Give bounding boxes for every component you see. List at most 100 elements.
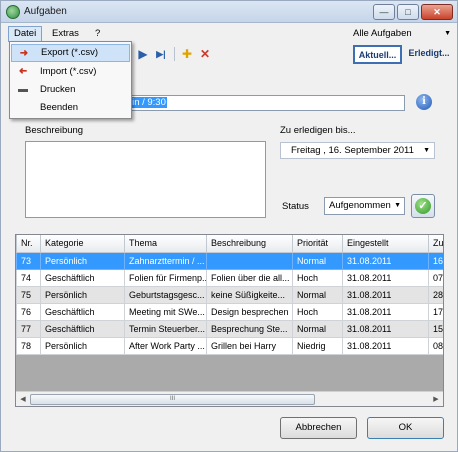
table-cell: 74: [16, 268, 41, 287]
horizontal-scrollbar[interactable]: ◀ III ▶: [16, 391, 443, 406]
menu-item-label: Import (*.csv): [40, 66, 97, 77]
view-current-button[interactable]: Aktuell...: [353, 45, 402, 64]
table-row[interactable]: 74 Geschäftlich Folien für Firmenp... Fo…: [16, 268, 443, 287]
table-cell: Persönlich: [40, 285, 125, 304]
menu-item-print[interactable]: ▬ Drucken: [11, 81, 130, 99]
column-header[interactable]: Beschreibung: [206, 235, 293, 253]
menu-item-import[interactable]: ➜ Import (*.csv): [11, 63, 130, 81]
table-row[interactable]: 76 Geschäftlich Meeting mit SWe... Desig…: [16, 302, 443, 321]
check-icon: ✓: [415, 198, 431, 214]
ok-button[interactable]: OK: [367, 417, 444, 439]
chevron-down-icon: ▼: [423, 147, 430, 154]
chevron-down-icon: ▼: [394, 202, 401, 209]
menu-item-label: Drucken: [40, 84, 76, 95]
next-icon[interactable]: ▶: [135, 46, 151, 62]
table-cell: 16.0: [428, 251, 443, 270]
table-cell: 78: [16, 336, 41, 355]
menu-item-label: Export (*.csv): [41, 47, 99, 58]
table-cell: Folien über die all...: [206, 268, 293, 287]
chevron-down-icon: ▼: [444, 30, 451, 37]
table-cell: Geschäftlich: [40, 319, 125, 338]
table-header-row: Nr. Kategorie Thema Beschreibung Priorit…: [16, 235, 443, 253]
view-done-button[interactable]: Erledigt...: [404, 45, 454, 64]
table-cell: 31.08.2011: [342, 268, 429, 287]
status-confirm-button[interactable]: ✓: [411, 194, 435, 218]
column-header[interactable]: Nr.: [16, 235, 41, 253]
table-cell: Grillen bei Harry: [206, 336, 293, 355]
task-filter-value: Alle Aufgaben: [353, 28, 412, 39]
table-cell: Persönlich: [40, 251, 125, 270]
table-row[interactable]: 77 Geschäftlich Termin Steuerber... Besp…: [16, 319, 443, 338]
window-title: Aufgaben: [24, 6, 67, 17]
table-row[interactable]: 75 Persönlich Geburtstagsgesc... keine S…: [16, 285, 443, 304]
import-icon: ➜: [18, 66, 28, 77]
table-cell: 73: [16, 251, 41, 270]
export-icon: ➜: [19, 48, 29, 59]
table-cell: Meeting mit SWe...: [124, 302, 207, 321]
add-icon[interactable]: ✚: [179, 46, 195, 62]
scroll-right-icon[interactable]: ▶: [430, 394, 442, 405]
menu-item-exit[interactable]: Beenden: [11, 99, 130, 117]
table-cell: [206, 251, 293, 270]
status-label: Status: [282, 201, 309, 212]
table-cell: Normal: [292, 251, 343, 270]
column-header[interactable]: Thema: [124, 235, 207, 253]
subject-input[interactable]: rmin / 9:30: [117, 95, 405, 111]
table-cell: 77: [16, 319, 41, 338]
table-cell: Niedrig: [292, 336, 343, 355]
column-header[interactable]: Zu e: [428, 235, 443, 253]
due-date-value: Freitag , 16. September 2011: [291, 145, 414, 156]
scroll-left-icon[interactable]: ◀: [17, 394, 29, 405]
table-cell: 08.1: [428, 336, 443, 355]
table-cell: 75: [16, 285, 41, 304]
description-textarea[interactable]: [25, 141, 266, 218]
table-cell: 31.08.2011: [342, 285, 429, 304]
column-header[interactable]: Eingestellt: [342, 235, 429, 253]
cancel-button[interactable]: Abbrechen: [280, 417, 357, 439]
menu-extras[interactable]: Extras: [47, 26, 84, 42]
table-row[interactable]: 78 Persönlich After Work Party ... Grill…: [16, 336, 443, 355]
table-cell: Geschäftlich: [40, 268, 125, 287]
maximize-button[interactable]: □: [397, 4, 419, 20]
menu-item-export[interactable]: ➜ Export (*.csv): [11, 44, 130, 62]
column-header[interactable]: Priorität: [292, 235, 343, 253]
status-select[interactable]: Aufgenommen ▼: [324, 197, 405, 215]
main-window: Aufgaben — □ ✕ Datei Extras ? Alle Aufga…: [0, 0, 458, 452]
table-row[interactable]: 73 Persönlich Zahnarzttermin / ... Norma…: [16, 251, 443, 270]
close-button[interactable]: ✕: [421, 4, 453, 20]
menu-item-label: Beenden: [40, 102, 79, 113]
table-cell: 17.0: [428, 302, 443, 321]
column-header[interactable]: Kategorie: [40, 235, 125, 253]
status-value: Aufgenommen: [329, 200, 391, 211]
due-date-picker[interactable]: Freitag , 16. September 2011 ▼: [280, 142, 435, 159]
table-cell: 31.08.2011: [342, 319, 429, 338]
table-cell: 15.1: [428, 319, 443, 338]
due-date-label: Zu erledigen bis...: [280, 125, 356, 136]
menu-help[interactable]: ?: [90, 26, 105, 42]
table-cell: Geburtstagsgesc...: [124, 285, 207, 304]
toolbar-separator: [174, 47, 175, 61]
minimize-button[interactable]: —: [373, 4, 395, 20]
description-label: Beschreibung: [25, 125, 84, 136]
table-cell: Normal: [292, 319, 343, 338]
task-filter-select[interactable]: Alle Aufgaben ▼: [353, 26, 453, 42]
table-cell: Design besprechen: [206, 302, 293, 321]
file-menu-dropdown: ➜ Export (*.csv) ➜ Import (*.csv) ▬ Druc…: [9, 41, 132, 119]
table-cell: 31.08.2011: [342, 336, 429, 355]
delete-icon[interactable]: ✕: [197, 46, 213, 62]
task-table[interactable]: Nr. Kategorie Thema Beschreibung Priorit…: [15, 234, 444, 407]
table-cell: Normal: [292, 285, 343, 304]
table-cell: 28.0: [428, 285, 443, 304]
table-cell: After Work Party ...: [124, 336, 207, 355]
table-cell: Geschäftlich: [40, 302, 125, 321]
menu-datei[interactable]: Datei: [8, 26, 43, 42]
table-cell: Hoch: [292, 302, 343, 321]
info-icon[interactable]: i: [416, 94, 432, 110]
table-cell: keine Süßigkeite...: [206, 285, 293, 304]
title-bar: Aufgaben — □ ✕: [1, 1, 457, 23]
printer-icon: ▬: [18, 84, 28, 95]
table-cell: Hoch: [292, 268, 343, 287]
table-cell: Folien für Firmenp...: [124, 268, 207, 287]
last-icon[interactable]: ▶|: [153, 46, 169, 62]
scroll-thumb[interactable]: III: [30, 394, 315, 405]
